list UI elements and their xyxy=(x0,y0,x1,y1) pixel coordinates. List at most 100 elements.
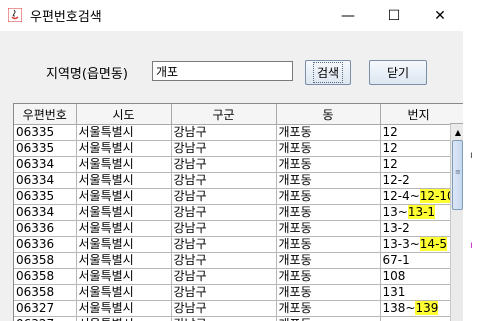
cell-gugun[interactable]: 강남구 xyxy=(171,156,277,173)
cell-zipcode[interactable]: 06335 xyxy=(14,140,77,157)
cell-gugun[interactable]: 강남구 xyxy=(171,316,277,321)
scroll-thumb[interactable]: ≡ xyxy=(452,140,463,210)
cell-gugun[interactable]: 강남구 xyxy=(171,268,277,285)
cell-gugun[interactable]: 강남구 xyxy=(171,172,277,189)
cell-gugun[interactable]: 강남구 xyxy=(171,124,277,141)
cell-zipcode[interactable]: 06335 xyxy=(14,124,77,141)
table-row[interactable]: 06335 서울특별시 강남구 개포동 12-4~12-10 xyxy=(14,188,458,205)
cell-sido[interactable]: 서울특별시 xyxy=(76,124,172,141)
cell-sido[interactable]: 서울특별시 xyxy=(76,172,172,189)
range-start: 138~ xyxy=(382,301,416,315)
cell-bunji[interactable]: 13~13-1 xyxy=(380,204,458,221)
table-row[interactable]: 06334 서울특별시 강남구 개포동 12-2 xyxy=(14,172,458,189)
cell-sido[interactable]: 서울특별시 xyxy=(76,204,172,221)
cell-gugun[interactable]: 강남구 xyxy=(171,236,277,253)
cell-bunji[interactable]: 12-2 xyxy=(380,172,458,189)
results-table[interactable]: 우편번호 시도 구군 동 번지 06335 서울특별시 강남구 개포동 12 06335 서… xyxy=(13,103,464,321)
table-row[interactable]: 06358 서울특별시 강남구 개포동 108 xyxy=(14,268,458,285)
cell-gugun[interactable]: 강남구 xyxy=(171,300,277,317)
table-row[interactable]: 06327서울특별시강남구개포동 xyxy=(14,316,458,321)
cell-zipcode[interactable]: 06358 xyxy=(14,268,77,285)
cell-sido[interactable]: 서울특별시 xyxy=(76,300,172,317)
column-header-gugun[interactable]: 구군 xyxy=(171,104,277,125)
cell-bunji[interactable]: 138~139 xyxy=(380,300,458,317)
cell-bunji[interactable]: 108 xyxy=(380,268,458,285)
cell-gugun[interactable]: 강남구 xyxy=(171,252,277,269)
cell-sido[interactable]: 서울특별시 xyxy=(76,284,172,301)
cell-gugun[interactable]: 강남구 xyxy=(171,220,277,237)
column-header-bunji[interactable]: 번지 xyxy=(380,104,458,125)
cell-zipcode[interactable]: 06336 xyxy=(14,220,77,237)
cell-sido[interactable]: 서울특별시 xyxy=(76,156,172,173)
maximize-button[interactable]: ☐ xyxy=(371,0,417,31)
cell-zipcode[interactable]: 06335 xyxy=(14,188,77,205)
java-app-icon xyxy=(8,8,22,22)
table-row[interactable]: 06335 서울특별시 강남구 개포동 12 xyxy=(14,124,458,141)
cell-zipcode[interactable]: 06327 xyxy=(14,316,77,321)
cell-dong[interactable]: 개포동 xyxy=(276,252,381,269)
table-row[interactable]: 06327 서울특별시 강남구 개포동 138~139 xyxy=(14,300,458,317)
cell-zipcode[interactable]: 06327 xyxy=(14,300,77,317)
cell-bunji[interactable]: 131 xyxy=(380,284,458,301)
range-end-highlight: 139 xyxy=(415,301,439,315)
cell-dong[interactable]: 개포동 xyxy=(276,268,381,285)
table-row[interactable]: 06336 서울특별시 강남구 개포동 13-2 xyxy=(14,220,458,237)
minimize-button[interactable]: — xyxy=(325,0,371,31)
cell-bunji[interactable]: 67-1 xyxy=(380,252,458,269)
cell-sido[interactable]: 서울특별시 xyxy=(76,316,172,321)
cell-gugun[interactable]: 강남구 xyxy=(171,204,277,221)
cell-sido[interactable]: 서울특별시 xyxy=(76,188,172,205)
cell-dong[interactable]: 개포동 xyxy=(276,172,381,189)
cell-zipcode[interactable]: 06334 xyxy=(14,172,77,189)
table-row[interactable]: 06336 서울특별시 강남구 개포동 13-3~14-5 xyxy=(14,236,458,253)
cell-bunji[interactable]: 12 xyxy=(380,156,458,173)
cell-bunji[interactable]: 12-4~12-10 xyxy=(380,188,458,205)
vertical-scrollbar[interactable]: ▲ ≡ xyxy=(450,124,463,321)
column-header-zipcode[interactable]: 우편번호 xyxy=(14,104,77,125)
cell-dong[interactable]: 개포동 xyxy=(276,220,381,237)
cell-bunji[interactable]: 12 xyxy=(380,124,458,141)
minimize-icon: — xyxy=(341,7,355,24)
cell-dong[interactable]: 개포동 xyxy=(276,236,381,253)
cell-gugun[interactable]: 강남구 xyxy=(171,140,277,157)
cell-dong[interactable]: 개포동 xyxy=(276,204,381,221)
cell-dong[interactable]: 개포동 xyxy=(276,300,381,317)
cell-dong[interactable]: 개포동 xyxy=(276,124,381,141)
cell-sido[interactable]: 서울특별시 xyxy=(76,220,172,237)
cell-bunji[interactable]: 12 xyxy=(380,140,458,157)
title-bar[interactable]: 우편번호검색 — ☐ ✕ xyxy=(0,0,463,31)
cell-sido[interactable]: 서울특별시 xyxy=(76,236,172,253)
cell-dong[interactable]: 개포동 xyxy=(276,188,381,205)
cell-zipcode[interactable]: 06358 xyxy=(14,252,77,269)
region-search-input[interactable] xyxy=(152,61,293,81)
close-button[interactable]: 닫기 xyxy=(369,60,427,85)
table-row[interactable]: 06334 서울특별시 강남구 개포동 13~13-1 xyxy=(14,204,458,221)
cell-gugun[interactable]: 강남구 xyxy=(171,188,277,205)
table-row[interactable]: 06334 서울특별시 강남구 개포동 12 xyxy=(14,156,458,173)
cell-zipcode[interactable]: 06334 xyxy=(14,204,77,221)
cell-dong[interactable]: 개포동 xyxy=(276,316,381,321)
cell-bunji[interactable]: 13-3~14-5 xyxy=(380,236,458,253)
cell-dong[interactable]: 개포동 xyxy=(276,284,381,301)
column-header-dong[interactable]: 동 xyxy=(276,104,381,125)
close-window-button[interactable]: ✕ xyxy=(417,0,463,31)
cell-zipcode[interactable]: 06358 xyxy=(14,284,77,301)
region-label: 지역명(읍면동) xyxy=(46,67,128,82)
cell-sido[interactable]: 서울특별시 xyxy=(76,268,172,285)
cell-gugun[interactable]: 강남구 xyxy=(171,284,277,301)
cell-sido[interactable]: 서울특별시 xyxy=(76,252,172,269)
cell-zipcode[interactable]: 06336 xyxy=(14,236,77,253)
close-button-label: 닫기 xyxy=(386,66,410,80)
cell-sido[interactable]: 서울특별시 xyxy=(76,140,172,157)
search-button[interactable]: 검색 xyxy=(305,60,351,85)
range-start: 12-4~ xyxy=(382,189,420,203)
table-row[interactable]: 06335 서울특별시 강남구 개포동 12 xyxy=(14,140,458,157)
cell-dong[interactable]: 개포동 xyxy=(276,140,381,157)
cell-zipcode[interactable]: 06334 xyxy=(14,156,77,173)
table-row[interactable]: 06358 서울특별시 강남구 개포동 131 xyxy=(14,284,458,301)
table-row[interactable]: 06358 서울특별시 강남구 개포동 67-1 xyxy=(14,252,458,269)
cell-bunji[interactable] xyxy=(380,316,458,321)
column-header-sido[interactable]: 시도 xyxy=(76,104,172,125)
cell-bunji[interactable]: 13-2 xyxy=(380,220,458,237)
cell-dong[interactable]: 개포동 xyxy=(276,156,381,173)
